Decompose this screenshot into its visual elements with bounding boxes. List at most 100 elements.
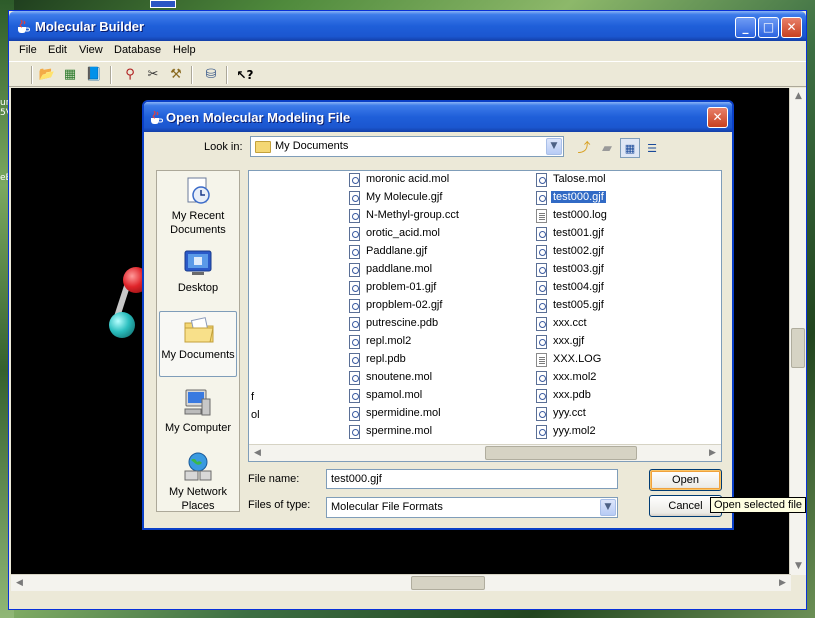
- place-my-recent-documents[interactable]: My Recent Documents: [159, 173, 237, 239]
- file-item[interactable]: snoutene.mol: [349, 369, 529, 387]
- file-list-scroll-thumb[interactable]: [485, 446, 637, 460]
- file-name: orotic_acid.mol: [366, 227, 440, 239]
- place-my-computer[interactable]: My Computer: [159, 385, 237, 451]
- file-name: test003.gjf: [553, 263, 604, 275]
- nitrogen-atom[interactable]: [109, 312, 135, 338]
- file-name: paddlane.mol: [366, 263, 433, 275]
- java-cup-icon: [151, 110, 163, 124]
- file-item[interactable]: putrescine.pdb: [349, 315, 529, 333]
- scroll-down-icon[interactable]: ▼: [790, 558, 807, 575]
- file-item[interactable]: yyy.mol2: [536, 423, 716, 441]
- file-item[interactable]: spamol.mol: [349, 387, 529, 405]
- details-view-icon[interactable]: ☰: [642, 138, 662, 158]
- maximize-button[interactable]: □: [758, 17, 779, 38]
- file-item[interactable]: xxx.gjf: [536, 333, 716, 351]
- file-name: test004.gjf: [553, 281, 604, 293]
- minimize-button[interactable]: _: [735, 17, 756, 38]
- file-name: spermidine.mol: [366, 407, 441, 419]
- close-button[interactable]: ✕: [781, 17, 802, 38]
- hammer-icon[interactable]: ⚒: [166, 65, 186, 85]
- file-item[interactable]: orotic_acid.mol: [349, 225, 529, 243]
- horizontal-scroll-thumb[interactable]: [411, 576, 485, 590]
- database-icon[interactable]: ⛁: [201, 65, 221, 85]
- dialog-title-bar[interactable]: Open Molecular Modeling File ✕: [144, 102, 732, 132]
- file-item[interactable]: problem-01.gjf: [349, 279, 529, 297]
- menu-file[interactable]: File: [19, 44, 37, 56]
- dialog-close-button[interactable]: ✕: [707, 107, 728, 128]
- spreadsheet-icon[interactable]: ▦: [60, 65, 80, 85]
- menu-database[interactable]: Database: [114, 44, 161, 56]
- scroll-left-icon[interactable]: ◀: [249, 445, 266, 461]
- main-title-bar[interactable]: Molecular Builder _ □ ✕: [9, 11, 806, 41]
- files-of-type-combo[interactable]: Molecular File Formats ▼: [326, 497, 618, 518]
- file-item[interactable]: xxx.pdb: [536, 387, 716, 405]
- file-item[interactable]: xxx.cct: [536, 315, 716, 333]
- place-my-documents[interactable]: My Documents: [159, 311, 237, 377]
- molecule-file-icon: [349, 191, 360, 205]
- file-name-field[interactable]: [327, 470, 617, 488]
- menu-help[interactable]: Help: [173, 44, 196, 56]
- file-item[interactable]: repl.mol2: [349, 333, 529, 351]
- whats-this-help-icon[interactable]: ↖?: [233, 65, 257, 85]
- file-name-input[interactable]: [326, 469, 618, 489]
- file-item[interactable]: propblem-02.gjf: [349, 297, 529, 315]
- file-item[interactable]: Paddlane.gjf: [349, 243, 529, 261]
- cut-icon[interactable]: ✂: [143, 65, 163, 85]
- menu-edit[interactable]: Edit: [48, 44, 67, 56]
- book-icon[interactable]: 📘: [84, 65, 104, 85]
- file-item[interactable]: test004.gjf: [536, 279, 716, 297]
- canvas-horizontal-scrollbar[interactable]: ◀ ▶: [11, 574, 791, 591]
- file-item[interactable]: repl.pdb: [349, 351, 529, 369]
- file-name: N-Methyl-group.cct: [366, 209, 459, 221]
- molecule-file-icon: [536, 191, 547, 205]
- toolbar-separator: [191, 66, 193, 84]
- file-item[interactable]: test003.gjf: [536, 261, 716, 279]
- file-name: putrescine.pdb: [366, 317, 439, 329]
- scroll-left-icon[interactable]: ◀: [11, 575, 28, 592]
- file-item[interactable]: test002.gjf: [536, 243, 716, 261]
- bond-tool-icon[interactable]: ⚲: [120, 65, 140, 85]
- molecule-file-icon: [349, 425, 360, 439]
- create-new-folder-icon[interactable]: ▰: [597, 138, 617, 158]
- file-item[interactable]: test000.gjf: [536, 189, 716, 207]
- files-of-type-label: Files of type:: [248, 499, 311, 511]
- file-item[interactable]: Talose.mol: [536, 171, 716, 189]
- place-my-network-places[interactable]: My Network Places: [159, 449, 237, 515]
- molecule-file-icon: [349, 353, 360, 367]
- vertical-scroll-thumb[interactable]: [791, 328, 805, 368]
- chevron-down-icon[interactable]: ▼: [546, 138, 562, 155]
- file-name: problem-01.gjf: [366, 281, 437, 293]
- file-item[interactable]: yyy.cct: [536, 405, 716, 423]
- molecule-file-icon: [536, 407, 547, 421]
- desktop-icon: [184, 250, 212, 275]
- file-item[interactable]: xxx.mol2: [536, 369, 716, 387]
- file-item[interactable]: test001.gjf: [536, 225, 716, 243]
- scroll-up-icon[interactable]: ▲: [790, 88, 807, 105]
- file-item[interactable]: paddlane.mol: [349, 261, 529, 279]
- molecule-file-icon: [536, 425, 547, 439]
- file-item[interactable]: spermine.mol: [349, 423, 529, 441]
- list-view-icon[interactable]: ▦: [620, 138, 640, 158]
- file-item[interactable]: N-Methyl-group.cct: [349, 207, 529, 225]
- open-folder-icon[interactable]: 📂: [37, 65, 57, 85]
- file-list-horizontal-scrollbar[interactable]: ◀ ▶: [249, 444, 721, 461]
- file-name: test000.gjf: [550, 190, 607, 204]
- file-item[interactable]: test000.log: [536, 207, 716, 225]
- file-item[interactable]: moronic acid.mol: [349, 171, 529, 189]
- scroll-right-icon[interactable]: ▶: [704, 445, 721, 461]
- menu-view[interactable]: View: [79, 44, 103, 56]
- file-item[interactable]: My Molecule.gjf: [349, 189, 529, 207]
- file-item[interactable]: spermidine.mol: [349, 405, 529, 423]
- file-name: spamol.mol: [366, 389, 423, 401]
- molecule-file-icon: [536, 335, 547, 349]
- scroll-right-icon[interactable]: ▶: [774, 575, 791, 592]
- look-in-combo[interactable]: My Documents ▼: [250, 136, 564, 157]
- file-list[interactable]: f ol moronic acid.mol My Molecule.gjf N-Me…: [248, 170, 722, 462]
- place-desktop[interactable]: Desktop: [159, 245, 237, 311]
- toolbar-separator: [110, 66, 112, 84]
- file-item[interactable]: XXX.LOG: [536, 351, 716, 369]
- up-one-level-icon[interactable]: ⤴: [574, 138, 594, 158]
- open-button[interactable]: Open: [649, 469, 722, 491]
- chevron-down-icon[interactable]: ▼: [600, 499, 616, 516]
- file-item[interactable]: test005.gjf: [536, 297, 716, 315]
